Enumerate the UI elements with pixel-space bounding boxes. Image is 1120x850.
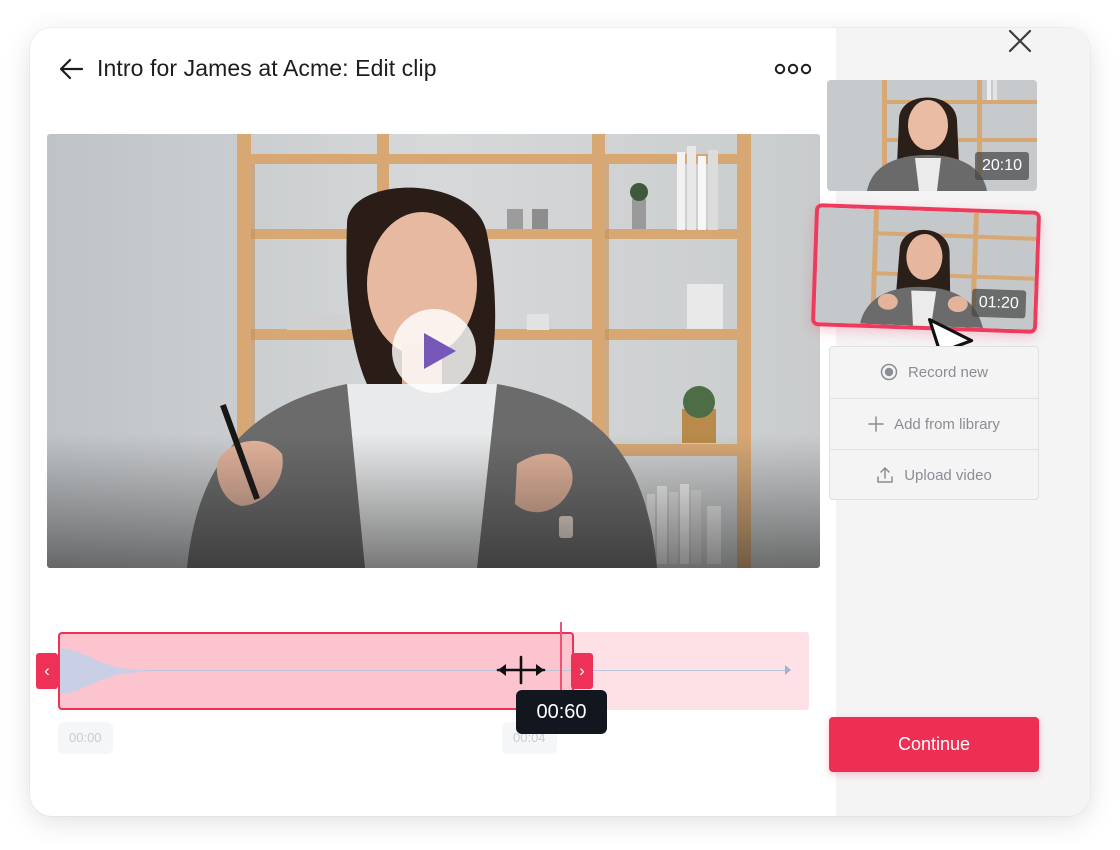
upload-video-label: Upload video	[904, 467, 992, 484]
continue-button[interactable]: Continue	[829, 717, 1039, 772]
trim-left-handle[interactable]: ‹	[36, 653, 58, 689]
timeline-baseline	[60, 670, 786, 671]
upload-icon	[877, 466, 893, 483]
add-clip-menu: Record new Add from library Upload video	[829, 346, 1039, 500]
playhead-time-tooltip: 00:60	[516, 690, 607, 734]
more-horizontal-icon[interactable]	[773, 61, 813, 77]
timeline-label-start: 00:00	[58, 722, 113, 754]
upload-video-button[interactable]: Upload video	[830, 449, 1038, 499]
page-title: Intro for James at Acme: Edit clip	[97, 55, 437, 81]
clip-duration: 20:10	[974, 152, 1029, 180]
arrow-left-icon[interactable]	[56, 54, 86, 84]
plus-icon	[868, 415, 884, 432]
audio-waveform	[60, 648, 150, 694]
trim-right-handle[interactable]: ›	[571, 653, 593, 689]
play-icon	[424, 333, 456, 369]
add-from-library-button[interactable]: Add from library	[830, 398, 1038, 450]
close-icon[interactable]	[1005, 26, 1035, 56]
video-player[interactable]	[47, 134, 820, 568]
play-button[interactable]	[392, 309, 476, 393]
record-icon	[880, 363, 898, 380]
record-new-label: Record new	[907, 364, 989, 381]
timeline-end-marker	[785, 665, 791, 675]
record-new-button[interactable]: Record new	[830, 347, 1038, 398]
clip-thumbnail[interactable]: 20:10	[827, 80, 1037, 191]
add-from-library-label: Add from library	[894, 416, 1000, 433]
move-horizontal-icon	[496, 655, 546, 685]
